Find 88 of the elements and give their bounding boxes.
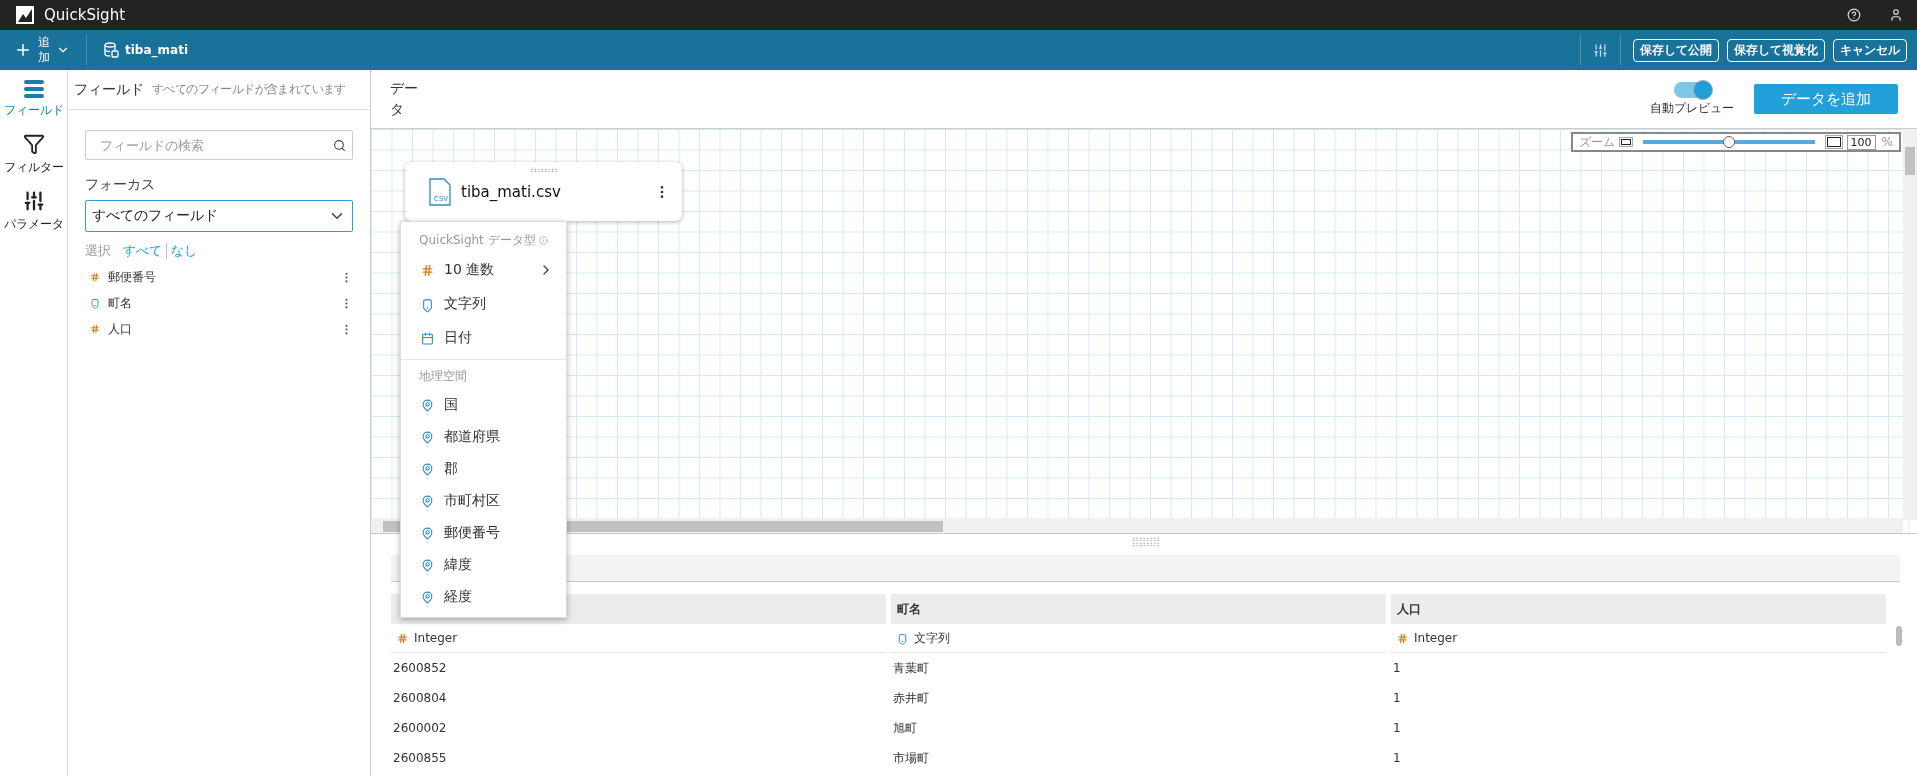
- map-pin-icon: [421, 462, 434, 476]
- map-pin-icon: [421, 558, 434, 572]
- help-icon[interactable]: [1847, 8, 1861, 22]
- filter-icon: [22, 133, 45, 155]
- zoom-in-icon[interactable]: [1826, 137, 1841, 147]
- search-icon: [333, 138, 346, 152]
- menu-item[interactable]: 10 進数: [401, 253, 566, 287]
- menu-item[interactable]: 緯度: [401, 549, 566, 581]
- column-header: 人口: [1391, 594, 1886, 624]
- source-name: tiba_mati.csv: [461, 182, 562, 201]
- table-cell-text: 2600852: [392, 660, 448, 677]
- sliders-icon: [22, 190, 45, 212]
- menu-item[interactable]: 郡: [401, 453, 566, 485]
- panel-subtitle: すべてのフィールドが含まれています: [152, 81, 346, 98]
- add-button[interactable]: 追加: [14, 35, 70, 65]
- resize-handle[interactable]: [1131, 537, 1160, 547]
- column-type[interactable]: Integer: [1391, 624, 1886, 653]
- plus-icon: [14, 41, 32, 59]
- hash-icon: [90, 272, 100, 282]
- type-label: 文字列: [914, 629, 950, 647]
- focus-select[interactable]: すべてのフィールド: [85, 200, 353, 232]
- map-pin-icon: [421, 526, 434, 540]
- dataset-name: tiba_mati: [125, 43, 188, 57]
- table-cell-text: 2600002: [392, 720, 448, 737]
- zoom-label: ズーム: [1579, 133, 1615, 151]
- map-pin-icon: [421, 398, 434, 412]
- rail-tab[interactable]: フィールド: [3, 80, 64, 119]
- search-box[interactable]: フィールドの検索: [85, 130, 353, 160]
- field-name[interactable]: 人口: [108, 320, 332, 338]
- slider-thumb[interactable]: [1722, 136, 1735, 148]
- sliders-icon[interactable]: [1593, 42, 1608, 58]
- app-name: QuickSight: [44, 6, 125, 24]
- menu-item[interactable]: 都道府県: [401, 421, 566, 453]
- column-header: 町名: [891, 594, 1386, 624]
- menu-item[interactable]: 経度: [401, 581, 566, 613]
- menu-heading: QuickSight データ型: [419, 232, 536, 249]
- menu-item[interactable]: 市町村区: [401, 485, 566, 517]
- hash-icon: [421, 263, 434, 277]
- vertical-scrollbar[interactable]: [1903, 129, 1917, 519]
- table-cell-text: 1: [1392, 750, 1402, 767]
- map-pin-icon: [421, 494, 434, 508]
- table-cell-text: 赤井町: [892, 689, 930, 707]
- column-type[interactable]: Integer: [391, 624, 886, 653]
- column-type[interactable]: 文字列: [891, 624, 1386, 653]
- menu-item[interactable]: 国: [401, 389, 566, 421]
- calendar-icon: [421, 331, 434, 345]
- table-cell-text: 旭町: [892, 719, 918, 737]
- table-cell-text: 青葉町: [892, 659, 930, 677]
- map-pin-icon: [421, 590, 434, 604]
- rail-tab[interactable]: パラメータ: [3, 190, 64, 233]
- toggle-label: 自動プレビュー: [1650, 99, 1734, 117]
- table-cell-text: 2600855: [392, 750, 448, 767]
- field-name[interactable]: 町名: [108, 294, 332, 312]
- info-icon[interactable]: [538, 236, 548, 245]
- toolbar-button[interactable]: キャンセル: [1833, 38, 1907, 62]
- hash-icon: [1397, 632, 1408, 644]
- table-cell-text: 1: [1392, 660, 1402, 677]
- panel-title: フィールド: [74, 80, 144, 99]
- menu-heading: 地理空間: [419, 368, 467, 385]
- table-cell-text: 1: [1392, 690, 1402, 707]
- table-cell-text: 2600804: [392, 690, 448, 707]
- type-label: Integer: [1414, 631, 1458, 645]
- zoom-out-icon[interactable]: [1621, 139, 1631, 145]
- table-cell-text: 市場町: [892, 749, 930, 767]
- map-pin-icon: [421, 430, 434, 444]
- menu-item[interactable]: 文字列: [401, 287, 566, 321]
- drag-handle-icon[interactable]: [530, 168, 558, 173]
- database-icon: [103, 42, 119, 58]
- select-label: 選択: [85, 242, 111, 260]
- menu-item[interactable]: 郵便番号: [401, 517, 566, 549]
- user-icon[interactable]: [1889, 8, 1903, 22]
- field-name[interactable]: 郵便番号: [108, 268, 332, 286]
- menu-item[interactable]: 日付: [401, 321, 566, 355]
- zoom-value[interactable]: 100: [1846, 134, 1876, 150]
- logo-icon: [16, 6, 34, 24]
- hash-icon: [90, 324, 100, 334]
- section-title: データ: [390, 79, 419, 119]
- hash-icon: [397, 632, 408, 644]
- type-label: Integer: [414, 631, 458, 645]
- focus-label: フォーカス: [85, 176, 156, 194]
- table-cell-text: 1: [1392, 720, 1402, 737]
- table-scrollbar[interactable]: [1896, 626, 1902, 646]
- stacked-bars-icon: [23, 80, 44, 98]
- auto-preview-toggle[interactable]: [1673, 81, 1711, 98]
- toolbar-button[interactable]: 保存して視覚化: [1727, 38, 1825, 62]
- zoom-unit: %: [1881, 135, 1893, 149]
- toolbar-button[interactable]: 保存して公開: [1633, 38, 1719, 62]
- rail-tab[interactable]: フィルター: [3, 133, 64, 176]
